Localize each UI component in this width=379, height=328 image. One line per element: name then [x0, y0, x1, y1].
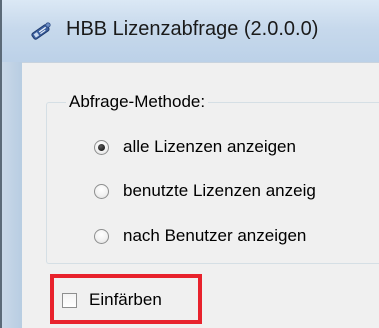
key-license-icon — [31, 22, 51, 40]
radio-label: benutzte Lizenzen anzeig — [123, 181, 316, 200]
radio-used-licenses[interactable]: benutzte Lizenzen anzeig — [94, 180, 316, 202]
radio-all-licenses[interactable]: alle Lizenzen anzeigen — [94, 136, 296, 158]
app-window: HBB Lizenzabfrage (2.0.0.0) Abfrage-Meth… — [0, 0, 379, 328]
radio-button-icon[interactable] — [94, 139, 109, 155]
radio-button-icon[interactable] — [94, 183, 109, 199]
colorize-label: Einfärben — [89, 290, 162, 309]
colorize-checkbox-row[interactable]: Einfärben — [62, 288, 162, 312]
radio-button-icon[interactable] — [94, 228, 109, 244]
radio-by-user[interactable]: nach Benutzer anzeigen — [94, 225, 306, 247]
window-title: HBB Lizenzabfrage (2.0.0.0) — [66, 18, 319, 40]
radio-label: alle Lizenzen anzeigen — [123, 137, 296, 156]
colorize-checkbox[interactable] — [62, 292, 77, 308]
query-method-legend: Abfrage-Methode: — [66, 92, 209, 112]
radio-label: nach Benutzer anzeigen — [123, 226, 307, 245]
